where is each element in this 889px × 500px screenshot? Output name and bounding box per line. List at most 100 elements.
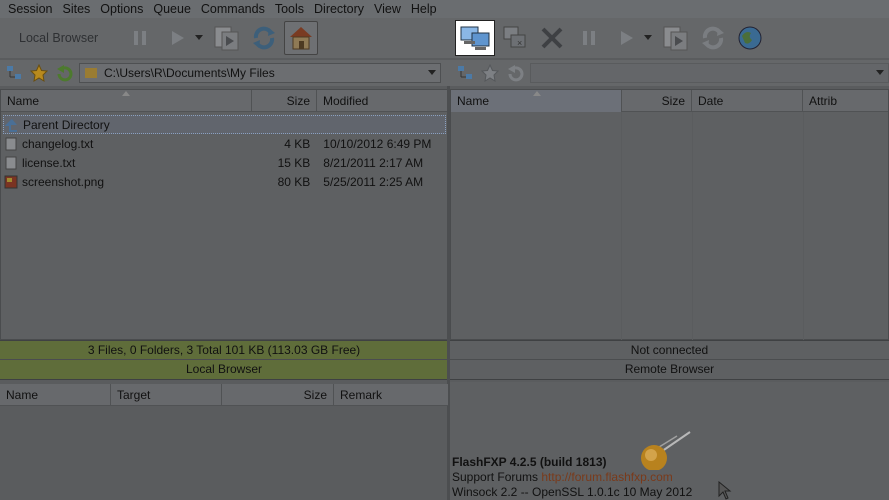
up-arrow-icon [4, 117, 20, 133]
pause-icon [583, 31, 595, 45]
local-up-button[interactable] [53, 62, 75, 84]
menu-options[interactable]: Options [96, 2, 147, 16]
chevron-down-icon[interactable] [876, 70, 885, 76]
mouse-cursor-icon [718, 481, 732, 500]
play-icon [172, 31, 184, 45]
home-button[interactable] [284, 21, 318, 55]
remote-status-label: Remote Browser [450, 359, 889, 377]
col-attrib[interactable]: Attrib [803, 90, 888, 112]
text-file-icon [3, 155, 19, 171]
list-item[interactable]: license.txt 15 KB 8/21/2011 2:17 AM [3, 153, 446, 172]
chevron-down-icon [195, 35, 203, 40]
remote-play-button[interactable] [609, 21, 643, 55]
local-toolbar: Local Browser [0, 18, 449, 58]
local-list-header: Name Size Modified [1, 90, 447, 112]
col-date[interactable]: Date [692, 90, 803, 112]
folder-icon [85, 68, 97, 78]
log-winsock: Winsock 2.2 -- OpenSSL 1.0.1c 10 May 201… [452, 485, 693, 499]
refresh-button[interactable] [247, 21, 281, 55]
queue-header: Name Target Size Remark [0, 384, 448, 406]
remote-play-dropdown[interactable] [643, 21, 653, 55]
remote-favorites-button[interactable] [479, 62, 501, 84]
column-divider [334, 406, 335, 500]
remote-toolbar: × [449, 18, 889, 58]
remote-status-bar: Not connected Remote Browser [450, 340, 889, 380]
log-support: Support Forums http://forum.flashfxp.com [452, 470, 673, 484]
star-icon [30, 64, 48, 82]
transfer-icon [214, 26, 239, 51]
list-item[interactable]: screenshot.png 80 KB 5/25/2011 2:25 AM [3, 172, 446, 191]
globe-icon [738, 26, 762, 50]
connect-button[interactable] [455, 20, 495, 56]
refresh-icon [702, 26, 724, 50]
disconnect-button[interactable]: × [498, 21, 532, 55]
queue-col-name[interactable]: Name [0, 384, 111, 406]
remote-path-input[interactable] [529, 63, 889, 83]
back-arrow-icon [57, 65, 73, 82]
queue-col-size[interactable]: Size [222, 384, 334, 406]
menu-sites[interactable]: Sites [58, 2, 94, 16]
col-size[interactable]: Size [252, 90, 317, 112]
local-path-input[interactable]: C:\Users\R\Documents\My Files [79, 63, 441, 83]
local-status-label: Local Browser [0, 359, 448, 377]
queue-col-remark[interactable]: Remark [334, 384, 448, 406]
col-size[interactable]: Size [622, 90, 692, 112]
support-link[interactable]: http://forum.flashfxp.com [541, 470, 672, 484]
folder-tree-icon [7, 66, 21, 79]
file-size: 80 KB [277, 174, 311, 189]
log-panel: FlashFXP 4.2.5 (build 1813) Support Foru… [450, 382, 889, 500]
column-divider [111, 406, 112, 500]
menu-help[interactable]: Help [407, 2, 441, 16]
image-file-icon [3, 174, 19, 190]
sort-asc-icon [533, 91, 541, 96]
web-button[interactable] [733, 21, 767, 55]
list-item[interactable]: Parent Directory [3, 115, 446, 134]
menu-bar: Session Sites Options Queue Commands Too… [0, 0, 889, 18]
star-icon [480, 64, 499, 82]
connect-icon [460, 26, 490, 50]
menu-view[interactable]: View [370, 2, 405, 16]
play-dropdown[interactable] [194, 21, 204, 55]
file-name: screenshot.png [21, 174, 105, 189]
file-size: 15 KB [277, 155, 311, 170]
file-name: license.txt [21, 155, 76, 170]
transfer-button[interactable] [210, 21, 244, 55]
local-browser-label[interactable]: Local Browser [19, 31, 123, 45]
file-size: 4 KB [284, 136, 311, 151]
column-divider [692, 112, 693, 341]
chevron-down-icon[interactable] [428, 70, 436, 76]
menu-queue[interactable]: Queue [149, 2, 195, 16]
queue-col-target[interactable]: Target [111, 384, 222, 406]
abort-button[interactable] [535, 21, 569, 55]
menu-directory[interactable]: Directory [310, 2, 368, 16]
remote-tree-button[interactable] [454, 62, 476, 84]
chevron-down-icon [644, 35, 652, 40]
local-status-bar: 3 Files, 0 Folders, 3 Total 101 KB (113.… [0, 340, 448, 380]
local-favorites-button[interactable] [28, 62, 50, 84]
text-file-icon [3, 136, 19, 152]
menu-tools[interactable]: Tools [271, 2, 308, 16]
back-arrow-icon [507, 65, 524, 82]
menu-commands[interactable]: Commands [197, 2, 269, 16]
remote-refresh-button[interactable] [696, 21, 730, 55]
remote-status-text: Not connected [630, 343, 709, 357]
col-modified[interactable]: Modified [317, 90, 447, 112]
log-version: FlashFXP 4.2.5 (build 1813) [452, 455, 607, 469]
close-icon [541, 27, 563, 49]
local-status-text: 3 Files, 0 Folders, 3 Total 101 KB (113.… [87, 343, 361, 357]
flashfxp-logo-icon [641, 431, 691, 470]
local-tree-button[interactable] [3, 62, 25, 84]
svg-text:×: × [517, 38, 522, 48]
remote-path-bar [449, 60, 889, 86]
list-item[interactable]: changelog.txt 4 KB 10/10/2012 6:49 PM [3, 134, 446, 153]
play-button[interactable] [160, 21, 194, 55]
play-icon [621, 31, 633, 45]
disconnect-icon: × [503, 26, 526, 48]
file-modified: 8/21/2011 2:17 AM [323, 155, 424, 170]
file-name: Parent Directory [23, 117, 110, 132]
remote-up-button[interactable] [504, 62, 526, 84]
pause-button[interactable] [123, 21, 157, 55]
remote-transfer-button[interactable] [659, 21, 693, 55]
remote-pause-button[interactable] [572, 21, 606, 55]
menu-session[interactable]: Session [0, 2, 56, 16]
